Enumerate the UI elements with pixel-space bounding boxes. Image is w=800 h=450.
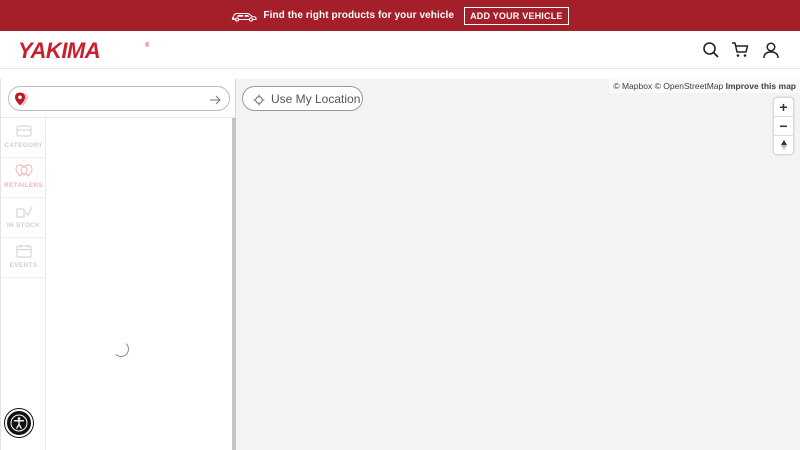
tab-label: IN STOCK xyxy=(6,222,41,229)
zoom-out-button[interactable]: − xyxy=(774,117,793,135)
in-stock-icon xyxy=(15,203,33,219)
yakima-logo[interactable]: YAKIMA ® xyxy=(18,38,152,63)
mapbox-attribution-link[interactable]: © Mapbox xyxy=(613,81,652,91)
tab-category[interactable]: CATEGORY xyxy=(1,118,46,158)
account-icon[interactable] xyxy=(762,41,780,59)
events-icon xyxy=(15,243,33,259)
search-icon[interactable] xyxy=(702,41,720,59)
reset-north-button[interactable] xyxy=(774,136,793,154)
retailers-icon xyxy=(14,163,33,179)
loading-spinner xyxy=(113,341,129,357)
category-icon xyxy=(15,123,33,139)
promo-message: Find the right products for your vehicle xyxy=(263,10,455,21)
map-zoom-controls: + − xyxy=(774,98,793,154)
accessibility-icon xyxy=(10,414,28,432)
arrow-right-icon[interactable] xyxy=(209,93,221,105)
map-attribution: © Mapbox © OpenStreetMap Improve this ma… xyxy=(609,79,800,93)
accessibility-button[interactable] xyxy=(5,409,33,437)
improve-map-link[interactable]: Improve this map xyxy=(726,81,796,91)
logo-mark: ® xyxy=(145,42,150,49)
car-icon xyxy=(231,10,257,22)
tab-retailers[interactable]: RETAILERS xyxy=(1,158,46,198)
tab-events[interactable]: EVENTS xyxy=(1,238,46,278)
tab-label: CATEGORY xyxy=(4,142,43,149)
site-header: YAKIMA ® xyxy=(0,31,800,69)
logo-text: YAKIMA xyxy=(18,39,100,61)
location-search-input[interactable] xyxy=(37,90,207,107)
map-canvas[interactable]: Use My Location © Mapbox © OpenStreetMap… xyxy=(236,79,800,450)
tab-in-stock[interactable]: IN STOCK xyxy=(1,198,46,238)
add-vehicle-button[interactable]: ADD YOUR VEHICLE xyxy=(464,6,569,25)
promo-bar: Find the right products for your vehicle… xyxy=(0,0,800,31)
cart-icon[interactable] xyxy=(731,41,749,59)
zoom-in-button[interactable]: + xyxy=(774,98,793,116)
store-locator-sidebar: CATEGORY RETAILERS IN STOCK EVENTS xyxy=(0,79,237,450)
tab-label: EVENTS xyxy=(9,262,38,269)
crosshair-icon xyxy=(253,93,265,105)
reset-north-icon xyxy=(780,140,787,150)
osm-attribution-link[interactable]: © OpenStreetMap xyxy=(655,81,724,91)
tab-label: RETAILERS xyxy=(3,182,44,189)
location-search-box[interactable] xyxy=(8,86,230,111)
use-my-location-label: Use My Location xyxy=(271,91,361,106)
filter-tab-rail: CATEGORY RETAILERS IN STOCK EVENTS xyxy=(1,118,46,450)
location-pin-icon xyxy=(13,91,33,107)
use-my-location-button[interactable]: Use My Location xyxy=(242,86,363,111)
